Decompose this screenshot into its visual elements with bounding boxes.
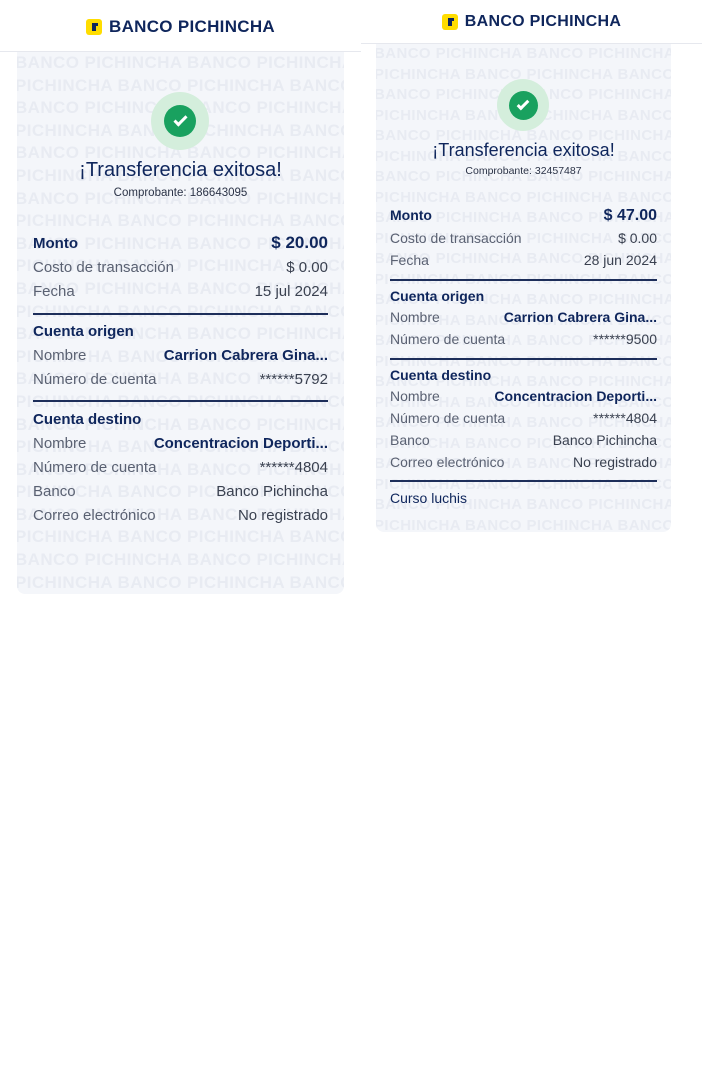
divider (33, 400, 328, 402)
destination-email-value: No registrado (572, 454, 657, 470)
origin-account-label: Número de cuenta (33, 371, 157, 388)
destination-bank-value: Banco Pichincha (552, 432, 657, 448)
destination-email-value: No registrado (237, 507, 328, 524)
destination-bank-row: Banco Banco Pichincha (33, 483, 328, 500)
destination-heading: Cuenta destino (390, 367, 492, 383)
transfer-receipt-card: BANCO PICHINCHA BANCO PICHINCHA BANCO PI… (17, 52, 344, 594)
destination-account-value: ******4804 (259, 459, 328, 476)
receipt-number: Comprobante: 32457487 (465, 165, 582, 177)
destination-email-label: Correo electrónico (33, 507, 156, 524)
destination-name-value: Concentracion Deporti... (494, 388, 657, 404)
destination-name-label: Nombre (390, 388, 440, 404)
destination-account-row: Número de cuenta ******4804 (390, 410, 657, 426)
amount-label: Monto (390, 207, 432, 223)
destination-account-value: ******4804 (593, 410, 657, 426)
date-label: Fecha (390, 252, 429, 268)
origin-account-row: Número de cuenta ******5792 (33, 371, 328, 388)
success-check-icon (151, 92, 209, 150)
watermark-line: PICHINCHA BANCO PICHINCHA BANCO PICHINCH… (17, 572, 344, 592)
fee-row: Costo de transacción $ 0.00 (390, 230, 657, 246)
watermark-line: PICHINCHA BANCO PICHINCHA BANCO PICHINCH… (17, 301, 344, 321)
origin-account-value: ******5792 (259, 371, 328, 388)
success-check-icon (497, 79, 549, 131)
watermark-line: BANCO PICHINCHA BANCO PICHINCHA BANCO PI… (17, 550, 344, 570)
origin-heading: Cuenta origen (390, 288, 485, 304)
bank-logo-icon (86, 18, 102, 35)
divider (390, 279, 657, 281)
amount-row: Monto $ 20.00 (33, 233, 328, 253)
destination-bank-label: Banco (33, 483, 76, 500)
brand-name: BANCO PICHINCHA (109, 16, 275, 36)
destination-account-row: Número de cuenta ******4804 (33, 459, 328, 476)
divider (390, 358, 657, 360)
transfer-description: Curso luchis (390, 490, 468, 506)
origin-name-row: Nombre Carrion Cabrera Gina... (33, 347, 328, 364)
fee-row: Costo de transacción $ 0.00 (33, 259, 328, 276)
amount-value: $ 47.00 (603, 207, 657, 224)
destination-name-label: Nombre (33, 435, 87, 452)
origin-name-label: Nombre (390, 309, 440, 325)
destination-account-label: Número de cuenta (390, 410, 506, 426)
destination-name-row: Nombre Concentracion Deporti... (33, 435, 328, 452)
origin-name-value: Carrion Cabrera Gina... (503, 309, 657, 325)
origin-name-label: Nombre (33, 347, 87, 364)
destination-bank-row: Banco Banco Pichincha (390, 432, 657, 448)
fee-value: $ 0.00 (286, 259, 328, 276)
origin-name-value: Carrion Cabrera Gina... (163, 347, 328, 364)
destination-heading: Cuenta destino (33, 411, 142, 428)
watermark-line: PICHINCHA BANCO PICHINCHA BANCO PICHINCH… (17, 211, 344, 231)
date-value: 28 jun 2024 (583, 252, 657, 268)
date-value: 15 jul 2024 (254, 283, 328, 300)
destination-email-row: Correo electrónico No registrado (33, 507, 328, 524)
transfer-receipt-card: BANCO PICHINCHA BANCO PICHINCHA BANCO PI… (376, 44, 671, 532)
origin-heading: Cuenta origen (33, 323, 134, 340)
divider (390, 480, 657, 482)
origin-account-value: ******9500 (593, 331, 657, 347)
date-label: Fecha (33, 283, 75, 300)
origin-account-row: Número de cuenta ******9500 (390, 331, 657, 347)
destination-account-label: Número de cuenta (33, 459, 157, 476)
watermark-line: PICHINCHA BANCO PICHINCHA BANCO PICHINCH… (376, 516, 671, 533)
destination-bank-label: Banco (390, 432, 430, 448)
brand-name: BANCO PICHINCHA (464, 12, 622, 30)
bank-logo-icon (441, 13, 458, 30)
divider (33, 313, 328, 315)
destination-bank-value: Banco Pichincha (216, 483, 328, 500)
watermark-line: BANCO PICHINCHA BANCO PICHINCHA BANCO PI… (376, 45, 671, 62)
watermark-line: PICHINCHA BANCO PICHINCHA BANCO PICHINCH… (17, 527, 344, 547)
fee-label: Costo de transacción (390, 230, 522, 246)
success-title: ¡Transferencia exitosa! (79, 159, 282, 181)
watermark-line: BANCO PICHINCHA BANCO PICHINCHA BANCO PI… (17, 53, 344, 72)
fee-value: $ 0.00 (618, 230, 657, 246)
brand-header: BANCO PICHINCHA (361, 0, 702, 44)
amount-label: Monto (33, 235, 78, 252)
origin-account-label: Número de cuenta (390, 331, 506, 347)
fee-label: Costo de transacción (33, 259, 174, 276)
receipt-panel-right: BANCO PICHINCHA BANCO PICHINCHA BANCO PI… (361, 0, 702, 532)
destination-email-row: Correo electrónico No registrado (390, 454, 657, 470)
destination-name-value: Concentracion Deporti... (153, 435, 328, 452)
destination-email-label: Correo electrónico (390, 454, 505, 470)
amount-value: $ 20.00 (271, 233, 328, 252)
origin-name-row: Nombre Carrion Cabrera Gina... (390, 309, 657, 325)
date-row: Fecha 28 jun 2024 (390, 252, 657, 268)
watermark-line: PICHINCHA BANCO PICHINCHA BANCO PICHINCH… (376, 188, 671, 206)
amount-row: Monto $ 47.00 (390, 207, 657, 225)
date-row: Fecha 15 jul 2024 (33, 283, 328, 300)
receipt-number: Comprobante: 186643095 (113, 187, 248, 199)
brand-header: BANCO PICHINCHA (0, 0, 361, 52)
success-title: ¡Transferencia exitosa! (432, 140, 615, 160)
destination-name-row: Nombre Concentracion Deporti... (390, 388, 657, 404)
receipt-panel-left: BANCO PICHINCHA BANCO PICHINCHA BANCO PI… (0, 0, 361, 594)
